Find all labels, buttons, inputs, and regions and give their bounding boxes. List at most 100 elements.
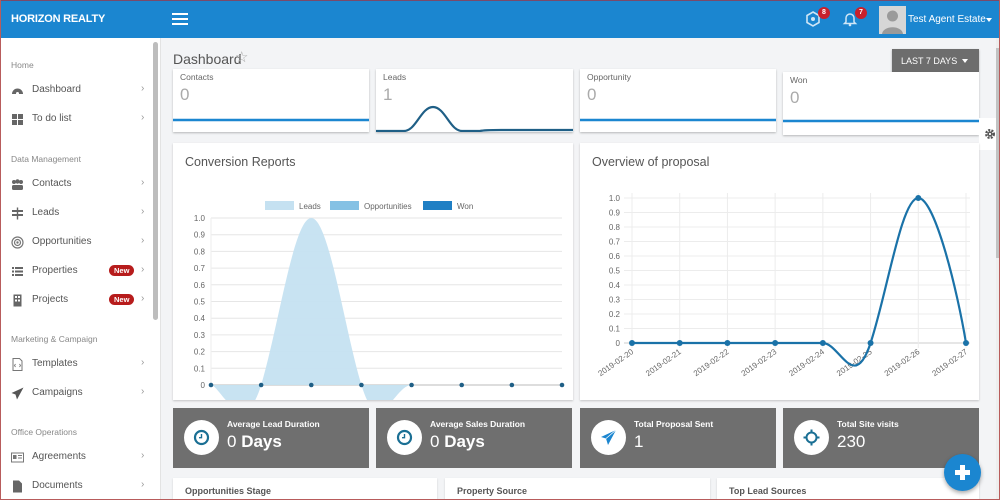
kpi-total-proposal-sent: Total Proposal Sent 1 (580, 408, 776, 468)
x-tick-label: 2019-02-24 (787, 347, 826, 378)
user-menu-name[interactable]: Test Agent Estate (908, 14, 986, 25)
legend-label-leads: Leads (299, 202, 321, 211)
kpi-average-lead-duration: Average Lead Duration 0 Days (173, 408, 369, 468)
grid-icon (12, 114, 23, 125)
x-tick-label: 2019-02-27 (930, 347, 969, 378)
sidebar-section-office: Office Operations (11, 427, 77, 437)
stat-card-won[interactable]: Won 0 (783, 72, 979, 135)
clock-icon (396, 429, 413, 446)
user-menu-caret-icon[interactable] (986, 18, 992, 22)
legend-label-opportunities: Opportunities (364, 202, 412, 211)
data-point (772, 340, 779, 346)
crosshair-icon (803, 429, 820, 446)
chevron-right-icon: › (141, 479, 145, 490)
favorite-star-icon[interactable]: ☆ (235, 48, 248, 66)
panel-title: Opportunities Stage (185, 486, 272, 496)
kpi-label: Average Lead Duration (227, 419, 320, 429)
user-silhouette-icon (882, 10, 903, 34)
kpi-value: 1 (634, 432, 644, 451)
x-tick-label: 2019-02-21 (644, 347, 683, 378)
data-point (208, 382, 214, 388)
main-content: Dashboard ☆ LAST 7 DAYS Contacts 0 Leads… (163, 38, 999, 499)
sidebar-item-contacts[interactable]: Contacts › (1, 174, 151, 196)
chevron-right-icon: › (141, 264, 145, 275)
kpi-value: 0 Days (430, 432, 485, 452)
sidebar-item-properties[interactable]: Properties New › (1, 261, 151, 283)
x-tick-label: 2019-02-22 (692, 347, 731, 378)
sidebar-item-opportunities[interactable]: Opportunities › (1, 232, 151, 254)
won-sparkline (783, 119, 979, 123)
building-icon (13, 294, 22, 307)
sidebar-scrollbar[interactable] (153, 42, 158, 320)
sidebar-item-label: Opportunities (32, 236, 92, 247)
y-tick-label: 0.5 (609, 267, 621, 276)
data-point (559, 382, 565, 388)
notifications-button[interactable]: 7 (842, 7, 867, 29)
chevron-right-icon: › (141, 450, 145, 461)
new-badge: New (109, 294, 135, 305)
y-tick-label: 0.2 (194, 348, 206, 357)
data-point (459, 382, 465, 388)
y-tick-label: 0.9 (194, 231, 206, 240)
alerts-button[interactable]: 8 (805, 7, 830, 29)
property-source-panel: Property Source (445, 478, 710, 499)
chevron-right-icon: › (141, 112, 145, 123)
y-tick-label: 0.8 (609, 223, 621, 232)
sidebar-item-templates[interactable]: Templates › (1, 354, 151, 376)
date-range-dropdown[interactable]: LAST 7 DAYS (892, 49, 979, 72)
sidebar-item-documents[interactable]: Documents › (1, 476, 151, 498)
y-tick-label: 1.0 (194, 214, 206, 223)
data-point (867, 340, 874, 346)
y-tick-label: 1.0 (609, 194, 621, 203)
y-tick-label: 0.4 (609, 281, 621, 290)
sidebar-item-leads[interactable]: Leads › (1, 203, 151, 225)
clock-icon (193, 429, 210, 446)
avatar[interactable] (879, 6, 906, 34)
data-point (409, 382, 414, 388)
legend-swatch-opportunities (330, 201, 359, 210)
y-tick-label: 0.1 (194, 364, 206, 373)
sidebar-item-projects[interactable]: Projects New › (1, 290, 151, 312)
sidebar-item-dashboard[interactable]: Dashboard › (1, 80, 151, 102)
proposal-line (632, 196, 968, 367)
kpi-number: 0 (430, 432, 440, 451)
sidebar-item-campaigns[interactable]: Campaigns › (1, 383, 151, 405)
signpost-icon (12, 207, 23, 220)
sidebar-item-label: To do list (32, 113, 72, 124)
new-badge: New (109, 265, 135, 276)
y-tick-label: 0.1 (609, 325, 621, 334)
data-point (676, 340, 683, 346)
chevron-right-icon: › (141, 293, 145, 304)
page-title: Dashboard (173, 51, 242, 67)
chevron-right-icon: › (141, 206, 145, 217)
sidebar-item-label: Campaigns (32, 387, 83, 398)
page-scrollbar-thumb[interactable] (996, 48, 999, 258)
menu-toggle-button[interactable] (172, 13, 188, 26)
legend-swatch-leads (265, 201, 294, 210)
y-tick-label: 0.5 (194, 298, 206, 307)
panel-title: Property Source (457, 486, 528, 496)
chevron-right-icon: › (141, 235, 145, 246)
add-button[interactable] (944, 454, 981, 491)
id-card-icon (11, 452, 24, 463)
stat-card-contacts[interactable]: Contacts 0 (173, 69, 369, 132)
sidebar-item-todo[interactable]: To do list › (1, 109, 151, 131)
y-tick-label: 0.9 (609, 209, 621, 218)
top-navbar: HORIZON REALTY 8 7 Test Agent Estate (1, 0, 999, 38)
kpi-label: Total Proposal Sent (634, 419, 714, 429)
kpi-unit: Days (241, 432, 282, 451)
gear-icon (985, 129, 995, 139)
stat-card-opportunity[interactable]: Opportunity 0 (580, 69, 776, 132)
conversion-reports-panel: Conversion Reports Leads Opportunities Won… (173, 143, 573, 400)
kpi-number: 0 (227, 432, 237, 451)
chevron-right-icon: › (141, 177, 145, 188)
brand-logo[interactable]: HORIZON REALTY (11, 13, 105, 25)
notifications-count-badge: 7 (855, 7, 867, 19)
chevron-right-icon: › (141, 357, 145, 368)
x-tick-label: 2019-02-26 (883, 347, 922, 378)
stat-card-leads[interactable]: Leads 1 (376, 69, 573, 132)
sidebar-item-agreements[interactable]: Agreements › (1, 447, 151, 469)
chevron-right-icon: › (141, 386, 145, 397)
page-scrollbar[interactable] (996, 38, 999, 499)
data-point (819, 340, 826, 346)
